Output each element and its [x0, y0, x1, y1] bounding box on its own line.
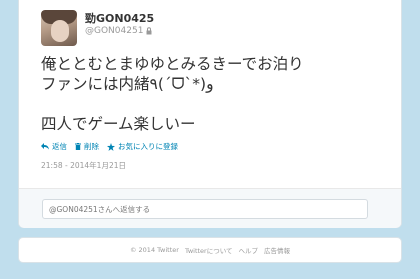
delete-label: 削除 [84, 142, 99, 151]
avatar[interactable] [41, 10, 77, 46]
ads-info-link[interactable]: 広告情報 [264, 245, 290, 255]
reply-input[interactable]: @GON04251さんへ返信する [42, 199, 368, 219]
tweet-text: 俺ととむとまゆゆとみるきーでお泊り ファンには内緒٩(ˊᗜˋ*)و 四人でゲーム… [41, 54, 391, 134]
tweet-line: 四人でゲーム楽しいー [41, 115, 196, 133]
handle-row: @GON04251 [85, 25, 285, 37]
reply-area: @GON04251さんへ返信する [19, 188, 401, 228]
reply-button[interactable]: 返信 [41, 141, 67, 152]
help-link[interactable]: ヘルプ [239, 245, 259, 255]
tweet-line: ファンには内緒٩(ˊᗜˋ*)و [41, 75, 214, 93]
copyright-text: © 2014 Twitter [129, 246, 179, 254]
about-link[interactable]: Twitterについて [185, 245, 233, 255]
star-icon [107, 142, 115, 151]
tweet-line: 俺ととむとまゆゆとみるきーでお泊り [41, 55, 304, 73]
reply-icon [41, 143, 49, 150]
user-names: 勁GON0425 @GON04251 [85, 12, 285, 37]
reply-label: 返信 [52, 142, 67, 151]
tweet-card: 勁GON0425 @GON04251 俺ととむとまゆゆとみるきーでお泊り ファン… [18, 0, 402, 228]
favorite-label: お気に入りに登録 [118, 142, 178, 151]
user-handle[interactable]: @GON04251 [85, 25, 143, 37]
delete-button[interactable]: 削除 [75, 141, 99, 152]
trash-icon [75, 143, 81, 150]
tweet-timestamp[interactable]: 21:58 - 2014年1月21日 [41, 160, 126, 171]
lock-icon [146, 27, 152, 35]
tweet-actions: 返信 削除 お気に入りに登録 [41, 141, 178, 152]
display-name[interactable]: 勁GON0425 [85, 12, 285, 25]
page-footer: © 2014 Twitter Twitterについて ヘルプ 広告情報 [18, 237, 402, 263]
favorite-button[interactable]: お気に入りに登録 [107, 141, 178, 152]
